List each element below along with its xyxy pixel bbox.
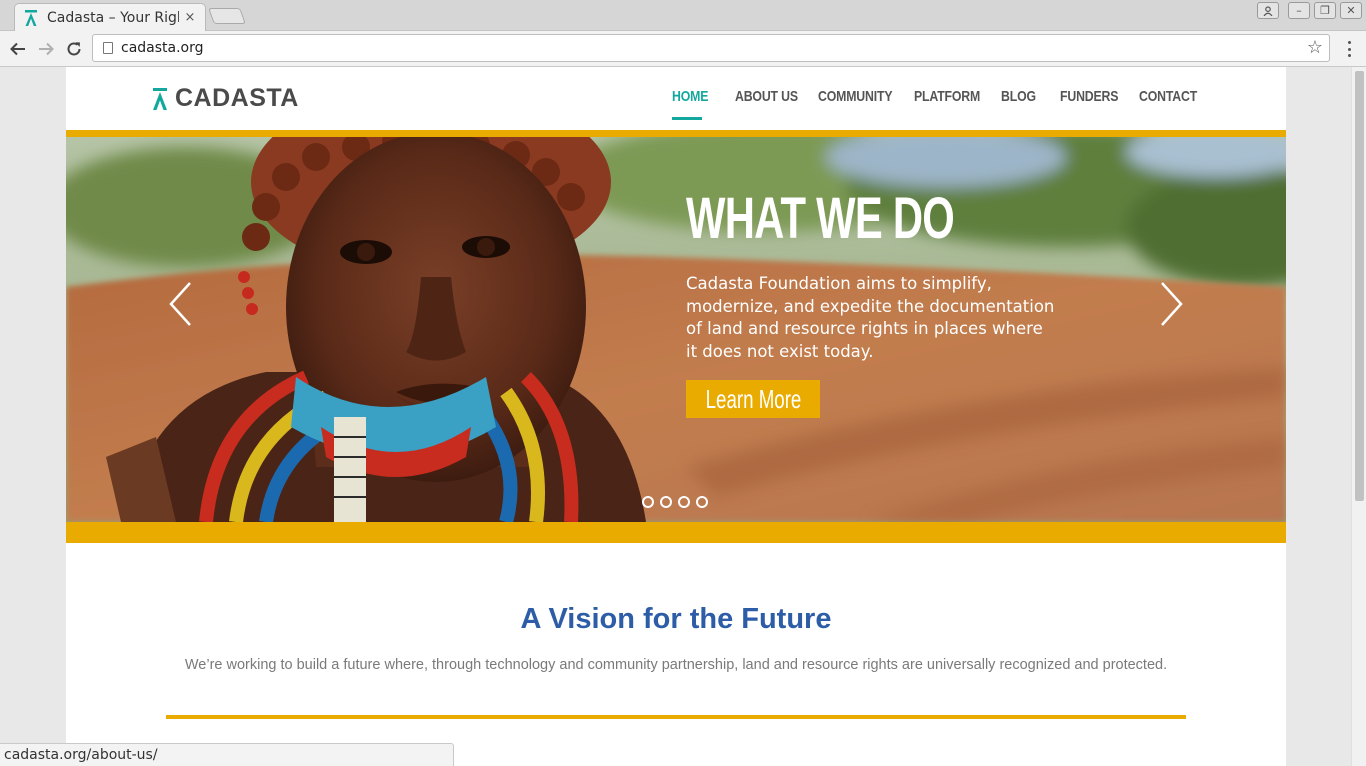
bookmark-star-icon[interactable]: ☆ [1307,37,1323,58]
slide-dot-4[interactable] [696,496,708,508]
browser-tab[interactable]: Cadasta – Your Righ × [14,3,206,31]
slide-dot-3[interactable] [678,496,690,508]
profile-icon[interactable] [1257,2,1279,19]
cadasta-page: CADASTA HOME ABOUT US COMMUNITY PLATFORM… [66,67,1286,766]
chevron-right-icon[interactable] [1156,280,1186,328]
page-info-icon[interactable] [103,42,113,54]
browser-tab-strip: Cadasta – Your Righ × – ❐ ✕ [0,0,1366,31]
close-window-button[interactable]: ✕ [1340,2,1362,19]
slider-pagination [642,496,708,508]
hero-top-accent-bar [66,130,1286,137]
browser-menu-icon[interactable] [1342,39,1356,59]
nav-home[interactable]: HOME [672,88,708,105]
vision-divider [166,715,1186,719]
address-bar[interactable]: cadasta.org ☆ [92,34,1330,62]
tab-title: Cadasta – Your Righ [47,9,179,26]
restore-button[interactable]: ❐ [1314,2,1336,19]
new-tab-button[interactable] [208,8,246,24]
hero-bottom-accent-bar [66,522,1286,543]
site-header: CADASTA HOME ABOUT US COMMUNITY PLATFORM… [66,67,1286,130]
cadasta-favicon-icon [23,9,39,26]
page-viewport: CADASTA HOME ABOUT US COMMUNITY PLATFORM… [0,67,1366,766]
hero-slider: WHAT WE DO Cadasta Foundation aims to si… [66,137,1286,522]
hero-title: WHAT WE DO [686,186,955,251]
learn-more-label: Learn More [705,383,801,414]
slide-dot-1[interactable] [642,496,654,508]
slide-dot-2[interactable] [660,496,672,508]
forward-arrow-icon[interactable] [34,37,58,61]
nav-about-us[interactable]: ABOUT US [735,88,798,105]
chevron-left-icon[interactable] [166,280,196,328]
status-bar-url: cadasta.org/about-us/ [0,743,454,766]
active-nav-indicator [672,117,702,120]
address-url: cadasta.org [121,40,204,56]
reload-icon[interactable] [62,37,86,61]
minimize-button[interactable]: – [1288,2,1310,19]
tab-close-icon[interactable]: × [183,10,197,25]
back-arrow-icon[interactable] [6,37,30,61]
page-scrollbar[interactable] [1351,67,1366,766]
hero-caption: WHAT WE DO Cadasta Foundation aims to si… [686,187,1066,363]
scrollbar-thumb[interactable] [1355,71,1364,501]
nav-funders[interactable]: FUNDERS [1060,88,1118,105]
hero-photo [66,137,1286,522]
nav-blog[interactable]: BLOG [1001,88,1036,105]
hero-text: Cadasta Foundation aims to simplify, mod… [686,274,1055,361]
vision-title: A Vision for the Future [520,603,832,635]
nav-platform[interactable]: PLATFORM [914,88,980,105]
learn-more-button[interactable]: Learn More [686,380,820,418]
nav-community[interactable]: COMMUNITY [818,88,893,105]
browser-toolbar: cadasta.org ☆ [0,31,1366,67]
nav-contact[interactable]: CONTACT [1139,88,1197,105]
vision-text: We’re working to build a future where, t… [184,657,1168,673]
